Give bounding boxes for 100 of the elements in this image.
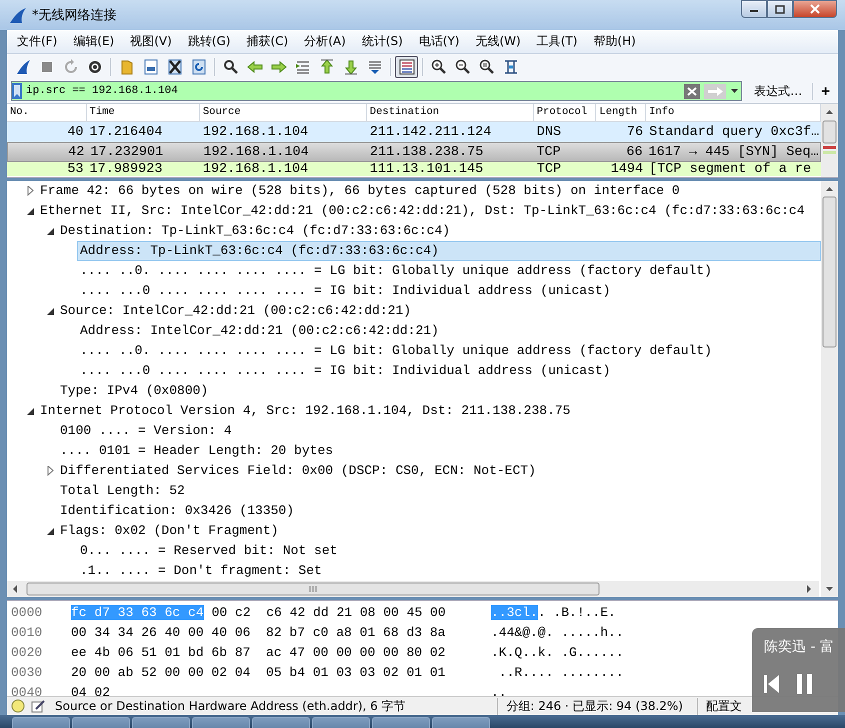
column-header[interactable]: Destination [366, 104, 534, 121]
horizontal-scrollbar[interactable] [7, 581, 819, 597]
tree-item[interactable]: Differentiated Services Field: 0x00 (DSCP: CS0, ECN: Not-ECT) [57, 461, 821, 481]
byte-offset: 0030 [10, 664, 44, 680]
ascii-bytes: ..R.... ........ [498, 664, 624, 680]
profile-label[interactable]: 配置文 [706, 698, 742, 712]
menu-item[interactable]: 无线(W) [467, 31, 529, 52]
tree-item[interactable]: .... ..0. .... .... .... .... = LG bit: Globally unique address (factory default) [77, 261, 821, 281]
menu-item[interactable]: 电话(Y) [410, 31, 468, 52]
document-icon [142, 58, 158, 74]
table-cell-text: 17.989923 [88, 162, 164, 176]
status-dot-icon [11, 699, 25, 713]
table-cell-text: 42 [67, 144, 86, 160]
menu-item[interactable]: 工具(T) [528, 31, 586, 52]
minimize-button[interactable] [741, 0, 767, 18]
column-header[interactable]: Length [596, 104, 646, 121]
tree-item[interactable]: .1.. .... = Don't fragment: Set [77, 561, 821, 581]
magnifier-icon [222, 58, 238, 74]
byte-offset: 0010 [10, 624, 44, 640]
table-cell-text: 192.168.1.104 [202, 124, 310, 140]
pause-icon[interactable] [797, 674, 812, 694]
table-cell-text: 211.138.238.75 [368, 144, 484, 160]
tree-item[interactable]: Internet Protocol Version 4, Src: 192.168.1.104, Dst: 211.138.238.75 [37, 401, 821, 421]
tree-item[interactable]: .... ...0 .... .... .... .... = IG bit: Individual address (unicast) [77, 361, 821, 381]
circle-arrow-icon [62, 58, 78, 74]
vertical-scrollbar[interactable] [821, 181, 838, 597]
tree-item[interactable]: Identification: 0x3426 (13350) [57, 501, 821, 521]
tree-item[interactable]: Frame 42: 66 bytes on wire (528 bits), 66 bytes captured (528 bits) on interface 0 [37, 181, 821, 201]
table-cell-text: DNS [536, 124, 562, 140]
tree-item[interactable]: 0... .... = Reserved bit: Not set [77, 541, 821, 561]
tree-item[interactable]: Flags: 0x02 (Don't Fragment) [57, 521, 821, 541]
clear-icon[interactable] [684, 84, 700, 98]
previous-icon[interactable] [764, 675, 779, 693]
table-cell-text: 66 [625, 144, 644, 160]
tree-item[interactable]: Destination: Tp-LinkT_63:6c:c4 (fc:d7:33:63:6c:c4) [57, 221, 821, 241]
menu-item[interactable]: 文件(F) [9, 31, 66, 52]
zoom-out-icon [454, 58, 470, 74]
folder-icon [118, 58, 134, 74]
packet-row[interactable]: 42 17.232901 192.168.1.104 211.138.238.75 TCP 66 1617 → 445 [SYN] Seq… [7, 142, 821, 162]
tree-item[interactable]: 0100 .... = Version: 4 [57, 421, 821, 441]
table-cell-text: 40 [66, 124, 85, 140]
edit-note-icon[interactable] [31, 699, 45, 713]
table-cell-text: 76 [626, 124, 644, 140]
tree-item[interactable]: .... 0101 = Header Length: 20 bytes [57, 441, 821, 461]
dropdown-caret-icon[interactable] [730, 87, 740, 95]
tree-item[interactable]: .... ..0. .... .... .... .... = LG bit: Globally unique address (factory default) [77, 341, 821, 361]
shark-fin-icon [8, 6, 26, 24]
add-filter-button[interactable]: + [817, 82, 834, 100]
close-button[interactable] [793, 0, 837, 18]
close-icon [810, 4, 820, 14]
filter-input[interactable]: ip.src == 192.168.1.104 [26, 85, 680, 97]
column-header[interactable]: No. [7, 104, 87, 121]
tree-item[interactable]: Address: IntelCor_42:dd:21 (00:c2:c6:42:dd:21) [77, 321, 821, 341]
expanded-triangle-icon[interactable] [46, 226, 54, 236]
target-icon [86, 58, 102, 74]
column-header[interactable]: Protocol [534, 104, 596, 121]
tree-item[interactable]: Address: Tp-LinkT_63:6c:c4 (fc:d7:33:63:6c:c4) [77, 241, 821, 261]
menu-item[interactable]: 视图(V) [122, 31, 180, 52]
vertical-scrollbar[interactable] [821, 104, 838, 177]
expression-button[interactable]: 表达式… [746, 82, 814, 100]
expanded-triangle-icon[interactable] [26, 406, 34, 416]
menu-item[interactable]: 编辑(E) [65, 31, 122, 52]
menu-item[interactable]: 捕获(C) [238, 31, 296, 52]
menu-item[interactable]: 帮助(H) [585, 31, 644, 52]
tree-item[interactable]: .... ...0 .... .... .... .... = IG bit: Individual address (unicast) [77, 281, 821, 301]
table-cell-text: 1617 → 445 [SYN] Seq… [648, 144, 820, 160]
column-header[interactable]: Source [200, 104, 367, 121]
packet-row[interactable]: 40 17.216404 192.168.1.104 211.142.211.124 DNS 76 Standard query 0xc3f… [7, 122, 821, 142]
byte-offset: 0000 [10, 604, 44, 620]
collapsed-triangle-icon[interactable] [46, 466, 54, 476]
list-arrow-icon [294, 58, 310, 74]
maximize-button[interactable] [767, 0, 793, 18]
collapsed-triangle-icon[interactable] [26, 186, 34, 196]
tree-item[interactable]: Source: IntelCor_42:dd:21 (00:c2:c6:42:dd:21) [57, 301, 821, 321]
tree-item[interactable]: Type: IPv4 (0x0800) [57, 381, 821, 401]
colored-lines-icon [398, 58, 414, 74]
expanded-triangle-icon[interactable] [26, 206, 34, 216]
colored-lines-button[interactable] [395, 56, 418, 78]
tree-item[interactable]: Total Length: 52 [57, 481, 821, 501]
table-cell-text: 211.142.211.124 [368, 124, 492, 140]
expanded-triangle-icon[interactable] [46, 306, 54, 316]
left-arrow-icon [246, 58, 262, 74]
table-cell-text: 111.13.101.145 [368, 162, 484, 176]
song-title: 陈奕迅 - 富 [764, 638, 835, 656]
expanded-triangle-icon[interactable] [46, 526, 54, 536]
column-header[interactable]: Time [86, 104, 200, 121]
ascii-bytes: .K.Q..k. .G...... [491, 644, 624, 660]
tree-item[interactable]: Ethernet II, Src: IntelCor_42:dd:21 (00:c2:c6:42:dd:21), Dst: Tp-LinkT_63:6c:c4 (fc:d7:33:63:6c:c4 [37, 201, 821, 221]
down-arrow-icon [342, 58, 358, 74]
status-text: Source or Destination Hardware Address (eth.addr), 6 字节 [54, 698, 407, 714]
menu-item[interactable]: 统计(S) [354, 31, 411, 52]
shark-fin-icon [14, 58, 30, 74]
table-cell-text: TCP [536, 162, 562, 176]
filter-field[interactable]: ip.src == 192.168.1.104 [11, 81, 742, 101]
menu-item[interactable]: 分析(A) [296, 31, 354, 52]
list-icon [366, 58, 382, 74]
menu-item[interactable]: 跳转(G) [180, 31, 238, 52]
table-cell-text: Standard query 0xc3f… [648, 124, 820, 140]
table-cell-text: 192.168.1.104 [202, 144, 310, 160]
packet-row[interactable]: 53 17.989923 192.168.1.104 111.13.101.145 TCP 1494 [TCP segment of a re [7, 162, 821, 176]
